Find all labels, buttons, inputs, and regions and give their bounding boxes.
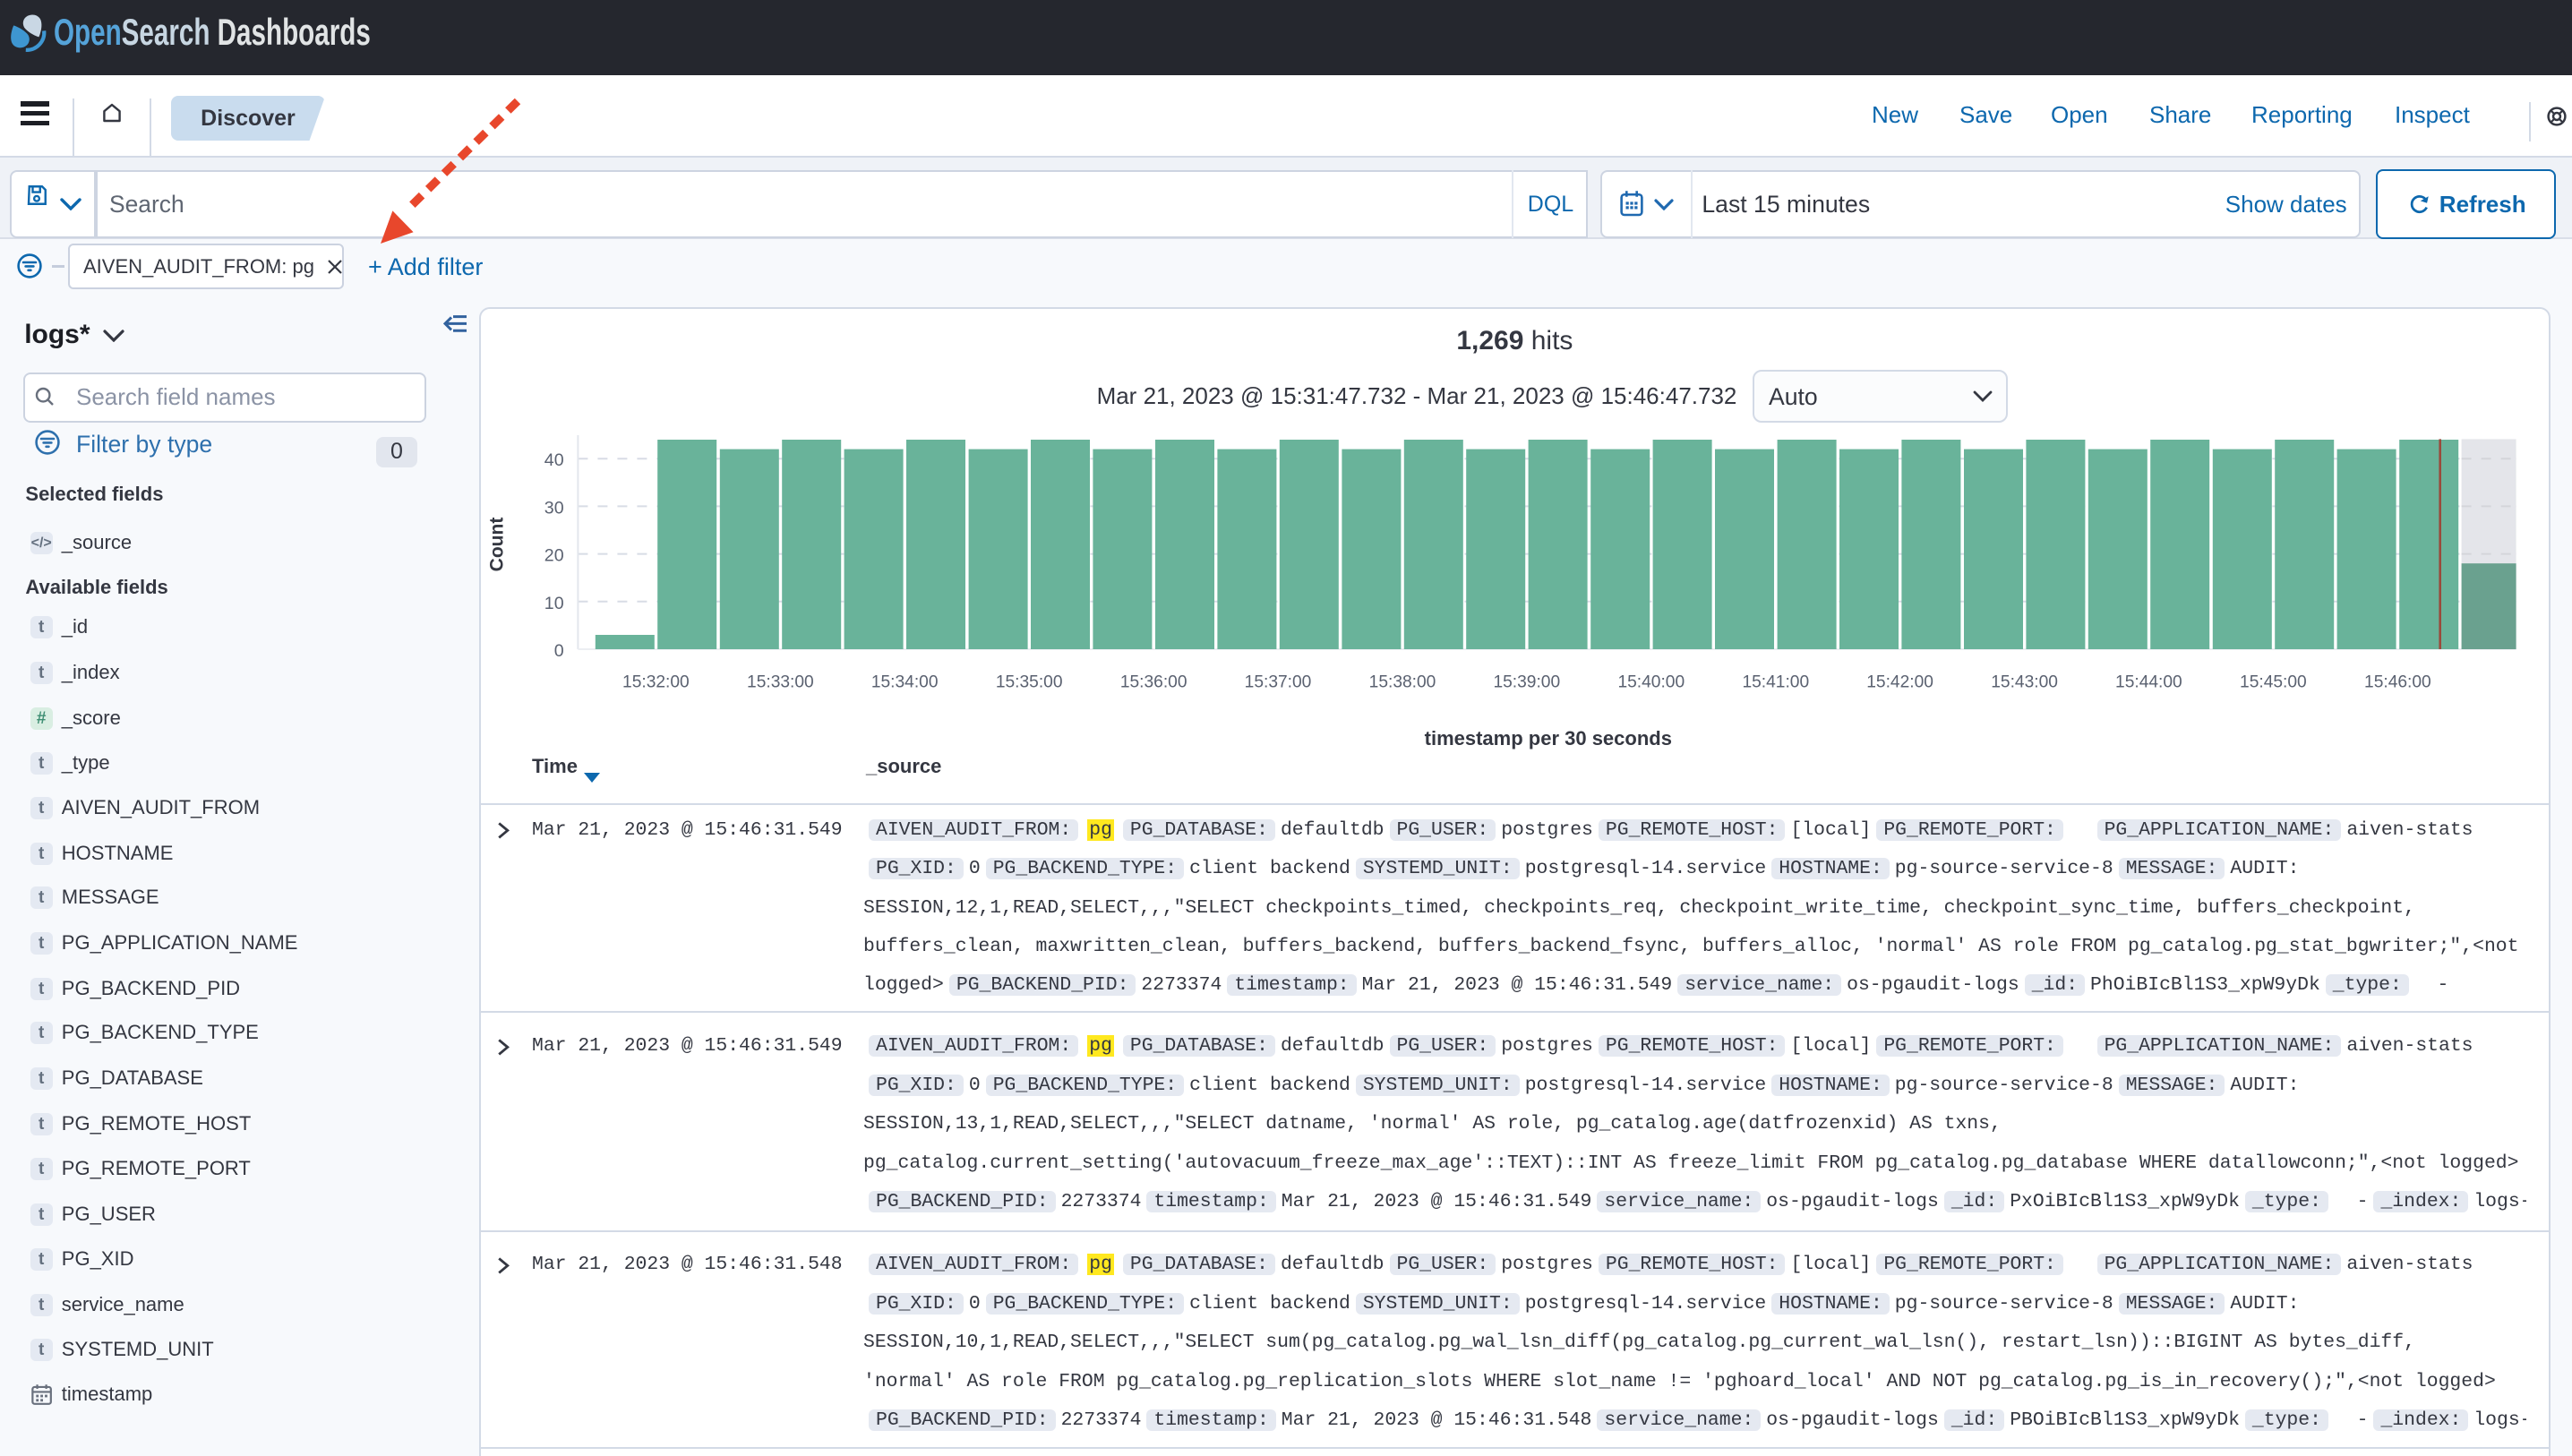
svg-text:15:46:00: 15:46:00 — [2364, 673, 2431, 692]
svg-text:15:43:00: 15:43:00 — [1992, 673, 2059, 692]
svg-text:15:39:00: 15:39:00 — [1494, 673, 1561, 692]
svg-text:0: 0 — [554, 641, 564, 661]
svg-text:15:38:00: 15:38:00 — [1369, 673, 1436, 692]
svg-text:15:45:00: 15:45:00 — [2240, 673, 2307, 692]
svg-text:40: 40 — [544, 450, 564, 470]
svg-text:15:42:00: 15:42:00 — [1867, 673, 1934, 692]
svg-text:15:35:00: 15:35:00 — [996, 673, 1063, 692]
svg-text:Count: Count — [487, 518, 508, 572]
svg-text:15:41:00: 15:41:00 — [1743, 673, 1810, 692]
svg-text:15:33:00: 15:33:00 — [747, 673, 814, 692]
svg-text:20: 20 — [544, 546, 564, 566]
svg-text:15:36:00: 15:36:00 — [1120, 673, 1187, 692]
svg-text:15:37:00: 15:37:00 — [1245, 673, 1312, 692]
svg-text:15:40:00: 15:40:00 — [1618, 673, 1685, 692]
svg-text:15:44:00: 15:44:00 — [2115, 673, 2182, 692]
svg-text:15:32:00: 15:32:00 — [622, 673, 690, 692]
svg-text:15:34:00: 15:34:00 — [871, 673, 939, 692]
svg-text:10: 10 — [544, 594, 564, 613]
svg-text:30: 30 — [544, 498, 564, 518]
